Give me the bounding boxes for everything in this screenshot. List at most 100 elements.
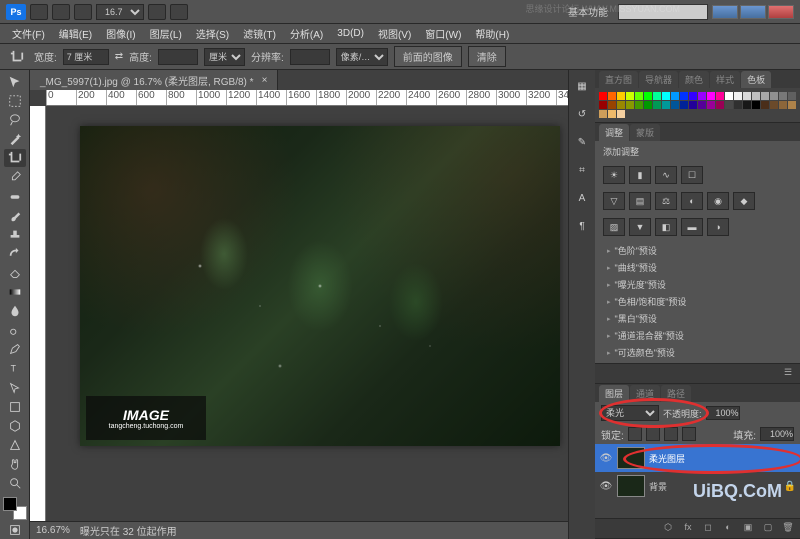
swatch[interactable] (761, 92, 769, 100)
photofilter-icon[interactable]: ◉ (707, 192, 729, 210)
menu-view[interactable]: 视图(V) (372, 24, 417, 43)
blur-tool[interactable] (4, 302, 26, 320)
preset-selective[interactable]: "可选颜色"预设 (601, 344, 794, 361)
tab-color[interactable]: 颜色 (679, 71, 709, 88)
swatch[interactable] (734, 101, 742, 109)
swatch[interactable] (662, 101, 670, 109)
swatch[interactable] (608, 92, 616, 100)
swatch[interactable] (716, 101, 724, 109)
resolution-input[interactable] (290, 49, 330, 65)
menu-layer[interactable]: 图层(L) (144, 24, 188, 43)
invert-icon[interactable]: ▨ (603, 218, 625, 236)
swatch[interactable] (707, 92, 715, 100)
swatch[interactable] (779, 92, 787, 100)
layer-thumbnail[interactable] (617, 447, 645, 469)
color-picker-tool[interactable] (3, 497, 27, 520)
swatches-panel-icon[interactable]: ▦ (572, 76, 592, 96)
menu-file[interactable]: 文件(F) (6, 24, 51, 43)
zoom-selector[interactable]: 16.7 (96, 4, 144, 20)
window-maximize-button[interactable] (740, 5, 766, 19)
swap-icon[interactable]: ⇄ (115, 51, 123, 62)
3d-tool[interactable] (4, 417, 26, 435)
exposure-icon[interactable]: ☐ (681, 166, 703, 184)
swatch[interactable] (662, 92, 670, 100)
swatch[interactable] (725, 101, 733, 109)
document-canvas[interactable]: IMAGE tangcheng.tuchong.com (80, 126, 560, 446)
clear-button[interactable]: 清除 (468, 46, 506, 67)
move-tool[interactable] (4, 73, 26, 91)
document-tab[interactable]: _MG_5997(1).jpg @ 16.7% (柔光图层, RGB/8) * … (30, 70, 278, 90)
tab-masks[interactable]: 蒙版 (630, 124, 660, 141)
swatch[interactable] (743, 101, 751, 109)
layer-style-icon[interactable]: fx (680, 522, 696, 536)
resolution-unit-select[interactable]: 像素/… (336, 48, 388, 66)
curves-icon[interactable]: ∿ (655, 166, 677, 184)
preset-channelmixer[interactable]: "通道混合器"预设 (601, 327, 794, 344)
heal-tool[interactable] (4, 188, 26, 206)
menu-help[interactable]: 帮助(H) (469, 24, 515, 43)
swatch[interactable] (608, 110, 616, 118)
pen-tool[interactable] (4, 340, 26, 358)
tab-layers[interactable]: 图层 (599, 385, 629, 402)
preset-exposure[interactable]: "曝光度"预设 (601, 276, 794, 293)
crop-tool[interactable] (4, 149, 26, 167)
camera-tool[interactable] (4, 436, 26, 454)
swatch[interactable] (626, 101, 634, 109)
blend-mode-select[interactable]: 柔光 (601, 405, 659, 421)
swatch[interactable] (653, 101, 661, 109)
paragraph-panel-icon[interactable]: ¶ (572, 216, 592, 236)
swatch[interactable] (608, 101, 616, 109)
swatch[interactable] (716, 92, 724, 100)
swatch[interactable] (617, 92, 625, 100)
minibridge-button[interactable] (52, 4, 70, 20)
quickmask-tool[interactable] (4, 521, 26, 539)
preset-levels[interactable]: "色阶"预设 (601, 242, 794, 259)
tab-adjustments[interactable]: 调整 (599, 124, 629, 141)
window-close-button[interactable] (768, 5, 794, 19)
menu-edit[interactable]: 编辑(E) (53, 24, 98, 43)
group-icon[interactable]: ▣ (740, 522, 756, 536)
character-panel-icon[interactable]: A (572, 188, 592, 208)
swatch[interactable] (653, 92, 661, 100)
brush-tool[interactable] (4, 207, 26, 225)
preset-curves[interactable]: "曲线"预设 (601, 259, 794, 276)
gradientmap-icon[interactable]: ▬ (681, 218, 703, 236)
lock-position-icon[interactable] (664, 427, 678, 441)
swatch[interactable] (698, 92, 706, 100)
swatch[interactable] (680, 101, 688, 109)
adjustment-layer-icon[interactable]: ◐ (720, 522, 736, 536)
swatch[interactable] (635, 101, 643, 109)
dodge-tool[interactable] (4, 321, 26, 339)
hue-icon[interactable]: ▤ (629, 192, 651, 210)
tab-histogram[interactable]: 直方图 (599, 71, 638, 88)
lock-transparency-icon[interactable] (628, 427, 642, 441)
layer-name[interactable]: 柔光图层 (649, 452, 796, 465)
status-zoom[interactable]: 16.67% (36, 525, 70, 536)
preset-bw[interactable]: "黑白"预设 (601, 310, 794, 327)
new-layer-icon[interactable]: ▢ (760, 522, 776, 536)
swatch[interactable] (626, 92, 634, 100)
swatch[interactable] (770, 92, 778, 100)
colorbalance-icon[interactable]: ⚖ (655, 192, 677, 210)
swatch[interactable] (617, 110, 625, 118)
layer-row[interactable]: 👁 柔光图层 (595, 444, 800, 472)
swatch[interactable] (734, 92, 742, 100)
posterize-icon[interactable]: ▼ (629, 218, 651, 236)
height-unit-select[interactable]: 厘米 (204, 48, 245, 66)
menu-filter[interactable]: 滤镜(T) (237, 24, 282, 43)
layer-thumbnail[interactable] (617, 475, 645, 497)
front-image-button[interactable]: 前面的图像 (394, 46, 462, 67)
delete-layer-icon[interactable]: 🗑 (780, 522, 796, 536)
vibrance-icon[interactable]: ▽ (603, 192, 625, 210)
menu-window[interactable]: 窗口(W) (419, 24, 467, 43)
swatch[interactable] (725, 92, 733, 100)
bridge-button[interactable] (30, 4, 48, 20)
lasso-tool[interactable] (4, 111, 26, 129)
swatch[interactable] (779, 101, 787, 109)
swatch[interactable] (689, 101, 697, 109)
swatch[interactable] (788, 101, 796, 109)
view-extras-button[interactable] (74, 4, 92, 20)
swatch[interactable] (635, 92, 643, 100)
zoom-tool[interactable] (4, 474, 26, 492)
history-brush-tool[interactable] (4, 245, 26, 263)
